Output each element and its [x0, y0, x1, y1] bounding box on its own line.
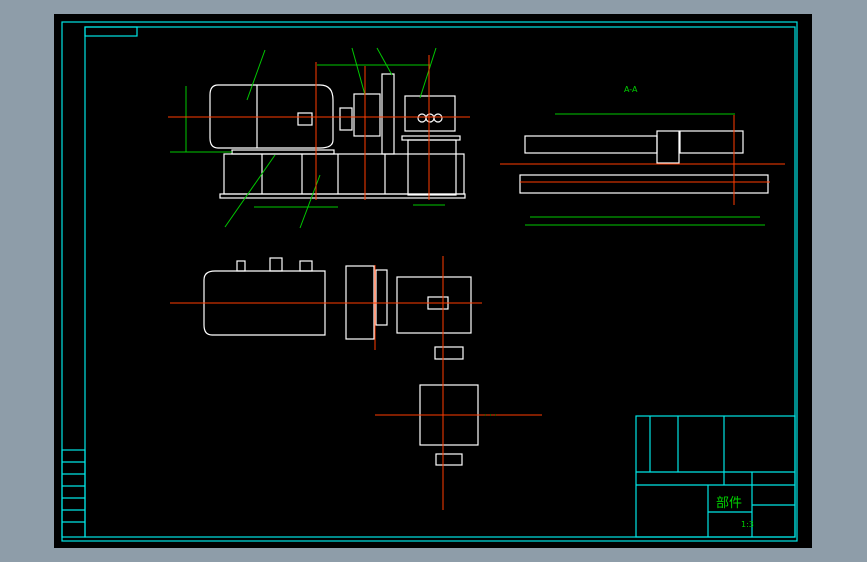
- binding-stamp: [61, 449, 86, 538]
- plan-view: · · ·: [170, 256, 542, 510]
- svg-text:· · ·: · · ·: [484, 411, 497, 420]
- section-label: A-A: [624, 85, 638, 94]
- cad-drawing-viewport[interactable]: A-A · · · 部件 1:3: [54, 14, 812, 548]
- scale-value: 1:3: [741, 520, 754, 529]
- title-block: 部件 1:3: [635, 415, 796, 538]
- front-view: [168, 47, 470, 229]
- cad-drawing: A-A · · · 部件 1:3: [61, 21, 798, 542]
- part-name: 部件: [716, 496, 742, 511]
- section-view-a-a: A-A: [500, 85, 785, 226]
